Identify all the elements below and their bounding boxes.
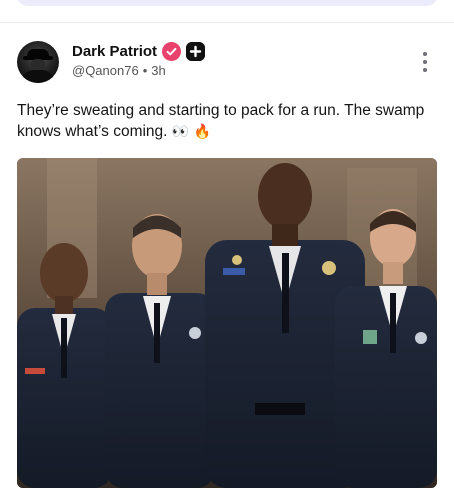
author-row: Dark Patriot	[72, 42, 206, 61]
eyes-emoji: 👀	[171, 124, 190, 140]
post-body: They’re sweating and starting to pack fo…	[17, 100, 437, 143]
post-timestamp[interactable]: 3h	[151, 63, 165, 78]
group-photo-illustration	[17, 158, 437, 488]
top-strip	[0, 0, 454, 24]
post-meta: @Qanon76 • 3h	[72, 63, 166, 78]
more-vertical-icon-dot	[423, 52, 427, 56]
divider	[0, 22, 454, 23]
post-text: They’re sweating and starting to pack fo…	[17, 102, 425, 140]
more-vertical-icon-dot	[423, 60, 427, 64]
avatar[interactable]	[17, 41, 59, 83]
post-image[interactable]	[17, 158, 437, 488]
post-card[interactable]: Dark Patriot @Qanon76 • 3h They’re sweat…	[0, 24, 454, 500]
avatar-coat	[22, 70, 54, 83]
previous-post-card-edge	[16, 0, 438, 6]
fire-emoji: 🔥	[193, 124, 211, 140]
more-vertical-icon-dot	[423, 68, 427, 72]
verified-badge-icon	[162, 42, 182, 61]
meta-separator: •	[142, 63, 148, 78]
author-name[interactable]: Dark Patriot	[72, 43, 157, 60]
more-options-button[interactable]	[418, 50, 432, 74]
author-handle[interactable]: @Qanon76	[72, 63, 139, 78]
plus-badge-icon	[186, 42, 206, 61]
